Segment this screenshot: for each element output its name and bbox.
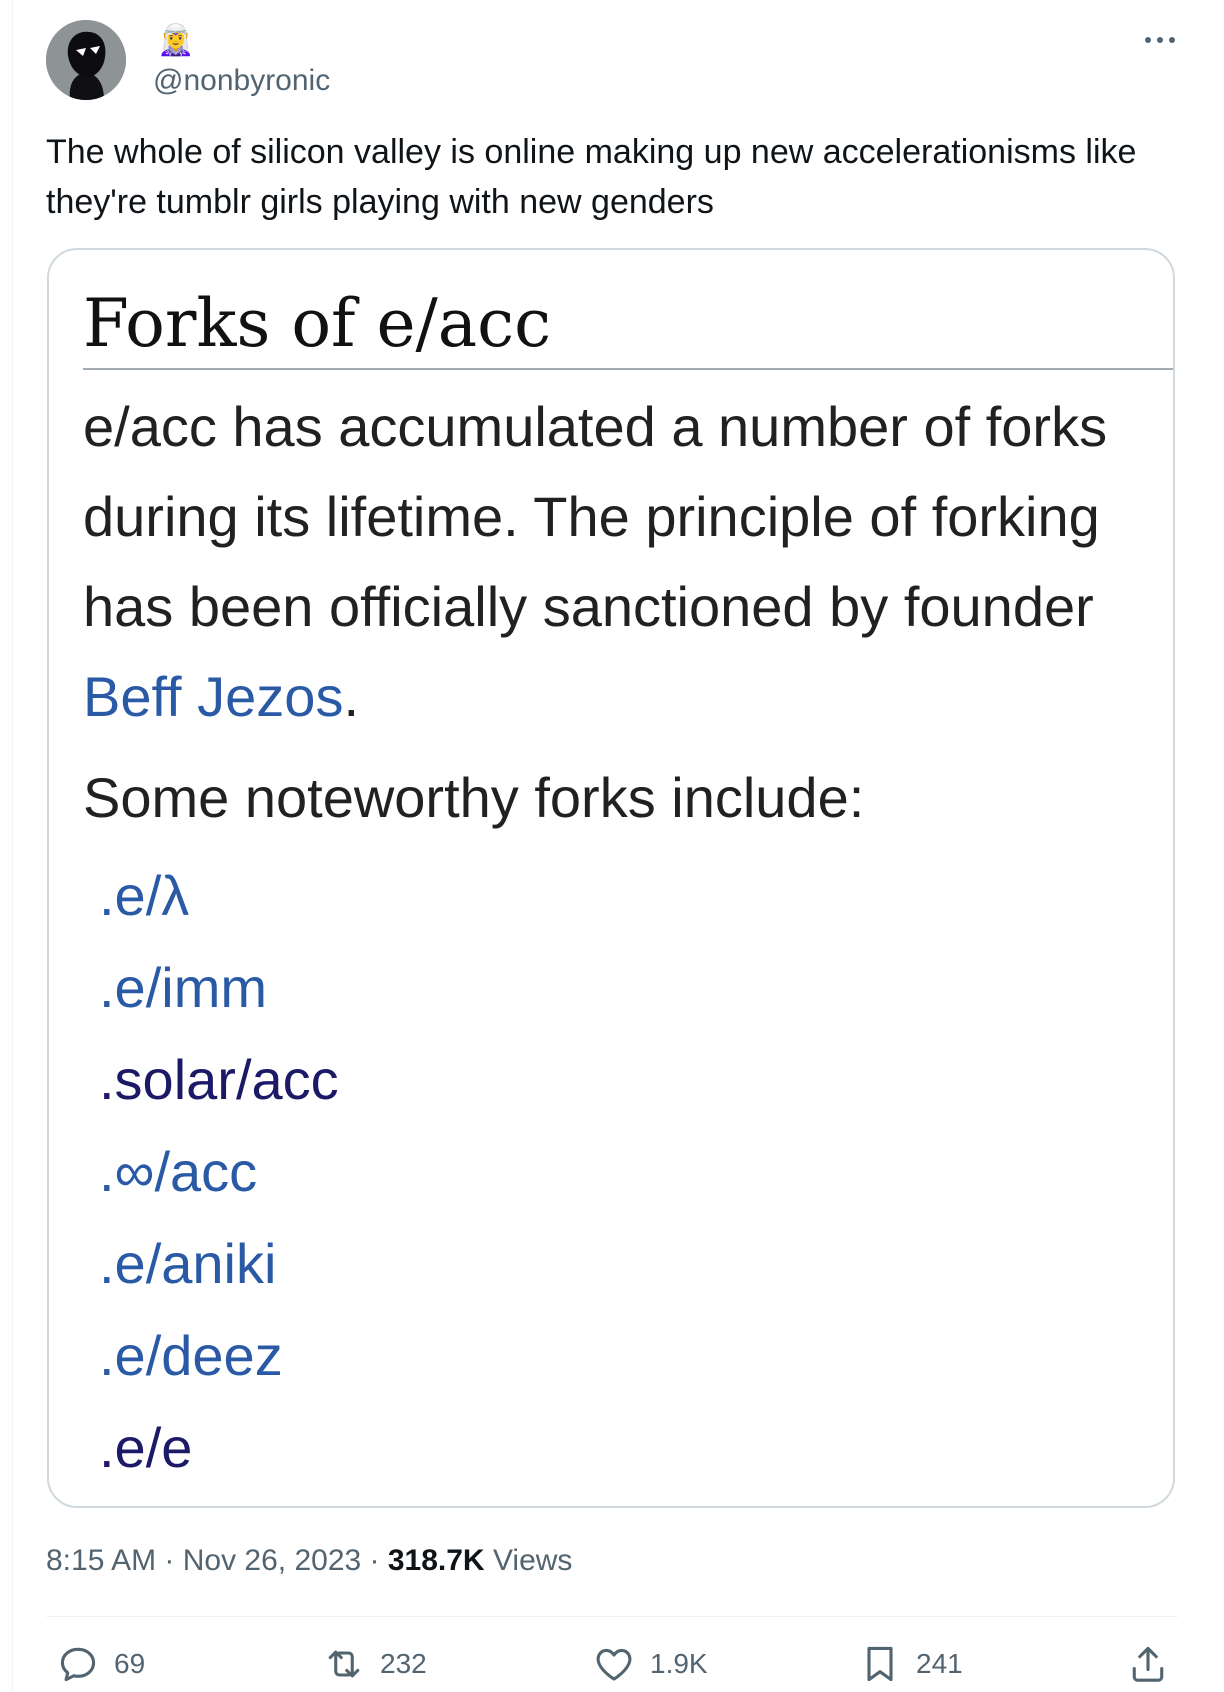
- avatar-image: [46, 20, 126, 100]
- card-title: Forks of e/acc: [83, 285, 552, 362]
- paragraph-text: e/acc has accumulated a number of forks …: [83, 395, 1108, 638]
- fork-link[interactable]: .e/λ: [99, 864, 189, 927]
- fork-link[interactable]: .∞/acc: [99, 1140, 257, 1203]
- fork-item: .e/aniki: [99, 1218, 339, 1310]
- fork-item: .e/imm: [99, 942, 339, 1034]
- timeline-border: [12, 0, 13, 1692]
- like-button[interactable]: 1.9K: [592, 1636, 708, 1692]
- fork-item: .e/λ: [99, 850, 339, 942]
- more-options-button[interactable]: [1138, 22, 1182, 58]
- tweet-text-line: they're tumblr girls playing with new ge…: [46, 183, 714, 221]
- like-count: 1.9K: [650, 1648, 708, 1679]
- paragraph-period: .: [343, 665, 360, 728]
- more-icon: [1145, 37, 1175, 43]
- tweet-text: The whole of silicon valley is online ma…: [46, 127, 1196, 227]
- card-paragraph: e/acc has accumulated a number of forks …: [83, 382, 1143, 742]
- fork-link[interactable]: .e/aniki: [99, 1232, 276, 1295]
- beff-jezos-link[interactable]: Beff Jezos: [83, 665, 343, 728]
- fork-list: .e/λ .e/imm .solar/acc .∞/acc .e/aniki .…: [99, 850, 339, 1494]
- fork-link[interactable]: .e/imm: [99, 956, 267, 1019]
- share-icon: [1132, 1646, 1164, 1682]
- avatar[interactable]: [46, 20, 126, 100]
- fork-link[interactable]: .e/e: [99, 1416, 192, 1479]
- fork-link[interactable]: .solar/acc: [99, 1048, 339, 1111]
- title-divider: [83, 368, 1173, 370]
- forks-intro: Some noteworthy forks include:: [83, 766, 865, 829]
- author-badge-emoji: 🧝‍♀️: [157, 23, 195, 58]
- action-bar-divider: [46, 1616, 1178, 1617]
- like-icon: [596, 1648, 632, 1681]
- bookmark-icon: [867, 1646, 893, 1682]
- repost-button[interactable]: 232: [322, 1636, 427, 1692]
- fork-link[interactable]: .e/deez: [99, 1324, 283, 1387]
- author-handle[interactable]: @nonbyronic: [153, 64, 330, 98]
- tweet-meta: 8:15 AM · Nov 26, 2023 · 318.7K Views: [46, 1544, 572, 1578]
- bookmark-button[interactable]: 241: [858, 1636, 963, 1692]
- fork-item: .solar/acc: [99, 1034, 339, 1126]
- fork-item: .∞/acc: [99, 1126, 339, 1218]
- fork-item: .e/e: [99, 1402, 339, 1494]
- tweet-text-line: The whole of silicon valley is online ma…: [46, 133, 1137, 171]
- attached-image-card[interactable]: Forks of e/acc e/acc has accumulated a n…: [47, 248, 1175, 1508]
- reply-button[interactable]: 69: [56, 1636, 145, 1692]
- views-count: 318.7K: [387, 1544, 485, 1577]
- fork-item: .e/deez: [99, 1310, 339, 1402]
- timestamp[interactable]: 8:15 AM · Nov 26, 2023 ·: [46, 1544, 380, 1577]
- bookmark-count: 241: [916, 1648, 963, 1679]
- repost-count: 232: [380, 1648, 427, 1679]
- reply-count: 69: [114, 1648, 146, 1679]
- reply-icon: [60, 1647, 96, 1682]
- repost-icon: [328, 1650, 360, 1678]
- views-label: Views: [492, 1544, 573, 1577]
- share-button[interactable]: [1126, 1636, 1184, 1692]
